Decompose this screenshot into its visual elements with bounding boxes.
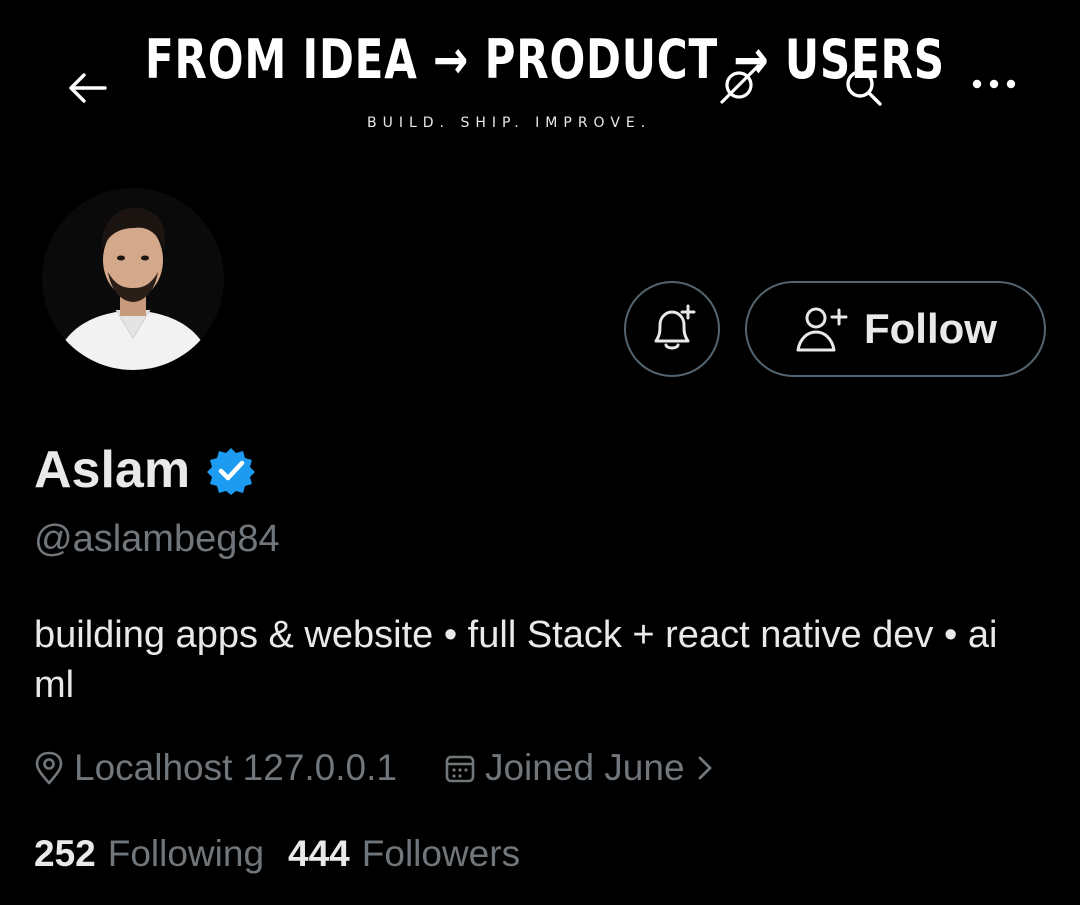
location-pin-icon [35, 751, 63, 785]
back-button[interactable] [62, 66, 112, 110]
following-link[interactable]: 252 Following [34, 833, 264, 875]
profile-handle: @aslambeg84 [34, 518, 280, 560]
avatar-photo [42, 188, 224, 370]
name-row: Aslam [34, 438, 256, 502]
following-count: 252 [34, 833, 96, 874]
follow-button[interactable]: Follow [745, 281, 1046, 377]
avatar[interactable] [38, 184, 228, 374]
banner-tagline: BUILD. SHIP. IMPROVE. [367, 115, 652, 131]
calendar-icon [445, 755, 475, 783]
joined-date[interactable]: Joined June [445, 747, 715, 789]
profile-stats: 252 Following 444 Followers [34, 826, 520, 882]
location-text: Localhost 127.0.0.1 [74, 747, 397, 788]
location: Localhost 127.0.0.1 [34, 747, 397, 789]
profile-meta: Localhost 127.0.0.1 Joined June [34, 740, 715, 796]
person-plus-icon [796, 307, 848, 352]
banner-headline: FROM IDEA → PRODUCT → USERS [145, 28, 945, 91]
search-icon [846, 70, 882, 106]
notify-button[interactable] [624, 281, 720, 377]
bell-plus-icon [654, 304, 696, 350]
verified-badge-icon[interactable] [206, 445, 256, 495]
more-button[interactable] [966, 62, 1022, 106]
arrow-left-icon [69, 73, 107, 103]
chevron-right-icon [698, 756, 711, 780]
followers-label: Followers [361, 833, 521, 874]
more-icon [972, 79, 1016, 89]
joined-text: Joined June [484, 747, 685, 788]
search-button[interactable] [838, 62, 888, 112]
profile-bio: building apps & website • full Stack + r… [34, 614, 998, 706]
followers-link[interactable]: 444 Followers [288, 833, 520, 875]
profile-banner[interactable]: FROM IDEA → PRODUCT → USERS BUILD. SHIP.… [0, 0, 1080, 180]
grok-button[interactable] [712, 56, 766, 110]
follow-label: Follow [864, 305, 997, 352]
display-name: Aslam [34, 441, 191, 499]
following-label: Following [107, 833, 265, 874]
grok-icon [720, 64, 760, 104]
followers-count: 444 [288, 833, 350, 874]
